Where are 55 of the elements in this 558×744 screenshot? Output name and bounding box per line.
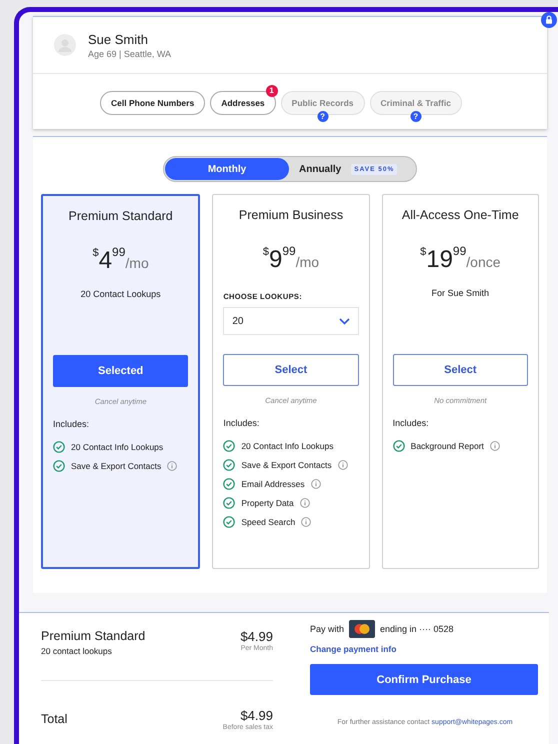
info-icon[interactable] <box>167 460 178 470</box>
plan-title: Premium Standard <box>68 209 174 223</box>
feature-label: Email Addresses <box>241 478 305 488</box>
card-icon <box>349 620 376 638</box>
check-icon <box>53 460 65 472</box>
count-badge: 1 <box>266 85 278 97</box>
summary-price: $4.99 <box>240 629 273 644</box>
plan-price: $^{$}$4$^{99}$ /mo <box>92 245 150 275</box>
check-icon <box>223 478 236 490</box>
plan-description: For Sue Smith <box>430 288 490 298</box>
plan-description: 20 Contact Lookups <box>80 289 162 299</box>
includes-heading: Includes: <box>392 418 430 428</box>
select-plan-button[interactable]: Select <box>223 354 359 386</box>
select-plan-button[interactable]: Selected <box>53 355 188 387</box>
avatar-icon <box>54 34 76 56</box>
info-icon[interactable] <box>300 498 310 508</box>
includes-heading: Includes: <box>223 418 260 428</box>
feature-label: Property Data <box>241 498 294 508</box>
info-icon[interactable] <box>490 440 500 450</box>
feature-label: 20 Contact Info Lookups <box>241 440 334 450</box>
check-icon <box>223 458 236 470</box>
person-details: Age 69 | Seattle, WA <box>88 48 172 58</box>
check-icon <box>223 440 236 452</box>
chevron-icon <box>338 318 350 324</box>
select-plan-button[interactable]: Select <box>392 354 528 386</box>
check-icon <box>223 496 236 508</box>
billing-option[interactable]: Annually <box>289 158 352 180</box>
check-icon <box>53 440 65 452</box>
pay-with-label: Pay with <box>310 624 344 634</box>
plan-title: All-Access One-Time <box>400 208 520 222</box>
total-price: $4.99 <box>239 708 273 723</box>
card-ending: ending in ···· 0528 <box>380 624 454 634</box>
info-icon[interactable] <box>301 516 312 526</box>
billing-option[interactable]: Monthly <box>165 158 289 180</box>
check-icon <box>392 440 405 452</box>
check-icon <box>223 516 236 528</box>
includes-heading: Includes: <box>53 419 90 429</box>
plan-price: $^{$}$9$^{99}$ /mo <box>262 244 320 274</box>
lookups-dropdown[interactable]: 20 <box>223 307 359 335</box>
info-icon[interactable] <box>310 478 321 488</box>
plan-title: Premium Business <box>238 208 344 222</box>
plan-price: $^{$}$19$^{99}$ /once <box>419 244 502 274</box>
feature-label: Speed Search <box>241 516 296 526</box>
feature-label: Save & Export Contacts <box>241 460 332 470</box>
summary-plan-name: Premium Standard <box>41 629 146 643</box>
feature-label: 20 Contact Info Lookups <box>71 442 164 452</box>
feature-label: Save & Export Contacts <box>71 460 162 470</box>
section-tab[interactable]: Cell Phone Numbers <box>100 91 206 115</box>
feature-label: Background Report <box>410 440 484 450</box>
change-payment-link[interactable]: Change payment info <box>310 644 540 654</box>
summary-plan-detail: 20 contact lookups <box>41 646 113 656</box>
info-icon[interactable] <box>338 460 348 470</box>
total-label: Total <box>41 712 68 726</box>
person-name: Sue Smith <box>88 32 149 46</box>
confirm-purchase-button[interactable]: Confirm Purchase <box>310 664 538 695</box>
